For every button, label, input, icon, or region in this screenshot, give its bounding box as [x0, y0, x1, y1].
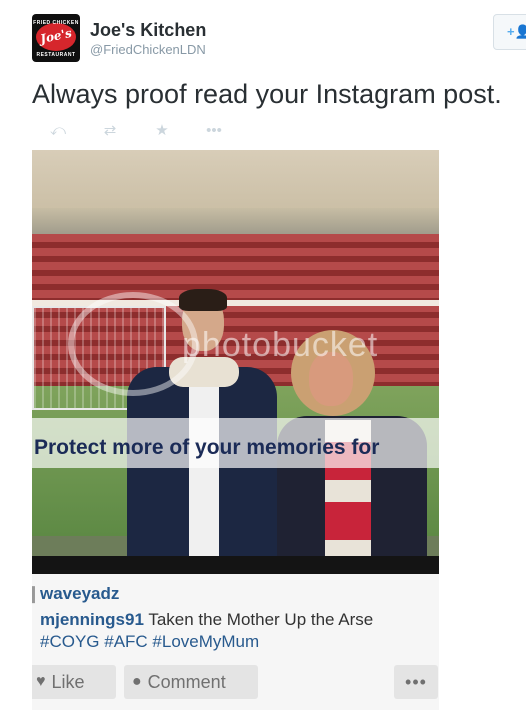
heart-icon: ♥: [36, 673, 46, 690]
photo-sky: [32, 150, 439, 210]
display-name[interactable]: Joe's Kitchen: [90, 20, 206, 41]
more-icon[interactable]: •••: [188, 120, 240, 140]
logo-bottom-text: RESTAURANT: [36, 52, 76, 58]
photo-banner-text: Protect more of your memories for: [34, 436, 380, 459]
instagram-caption-text: Taken the Mother Up the Arse: [148, 610, 374, 629]
instagram-like-button: ♥ Like: [32, 665, 116, 699]
retweet-icon[interactable]: ⇄: [84, 120, 136, 140]
comment-bubble-icon: ▌: [32, 586, 40, 602]
user-handle[interactable]: @FriedChickenLDN: [90, 42, 206, 57]
follow-icon: +👤: [507, 24, 526, 39]
tweet-text: Always proof read your Instagram post.: [32, 79, 502, 109]
instagram-more-button: •••: [394, 665, 438, 699]
comment-label: Comment: [147, 671, 226, 692]
instagram-comment-button: ● Comment: [124, 665, 258, 699]
reply-icon[interactable]: ⤺: [32, 120, 84, 140]
instagram-commenter: mjennings91: [40, 610, 144, 629]
instagram-hashtags: #COYG #AFC #LoveMyMum: [40, 632, 260, 651]
like-label: Like: [51, 671, 85, 692]
follow-button[interactable]: +👤: [493, 14, 526, 50]
photo-black-strip: [32, 556, 439, 574]
speech-bubble-icon: ●: [132, 673, 142, 690]
favorite-icon[interactable]: ★: [136, 120, 188, 140]
tweet-actions: ⤺ ⇄ ★ •••: [32, 120, 240, 140]
instagram-author: waveyadz: [40, 584, 120, 603]
profile-avatar[interactable]: FRIED CHICKEN Joe's RESTAURANT: [32, 14, 80, 62]
watermark-ring: [68, 292, 198, 396]
instagram-caption: mjennings91 Taken the Mother Up the Arse: [40, 610, 373, 630]
tweet-photo[interactable]: photobucket Protect more of your memorie…: [32, 150, 439, 710]
photo-watermark: photobucket: [182, 326, 379, 364]
photo-stadium-roof: [32, 208, 439, 236]
